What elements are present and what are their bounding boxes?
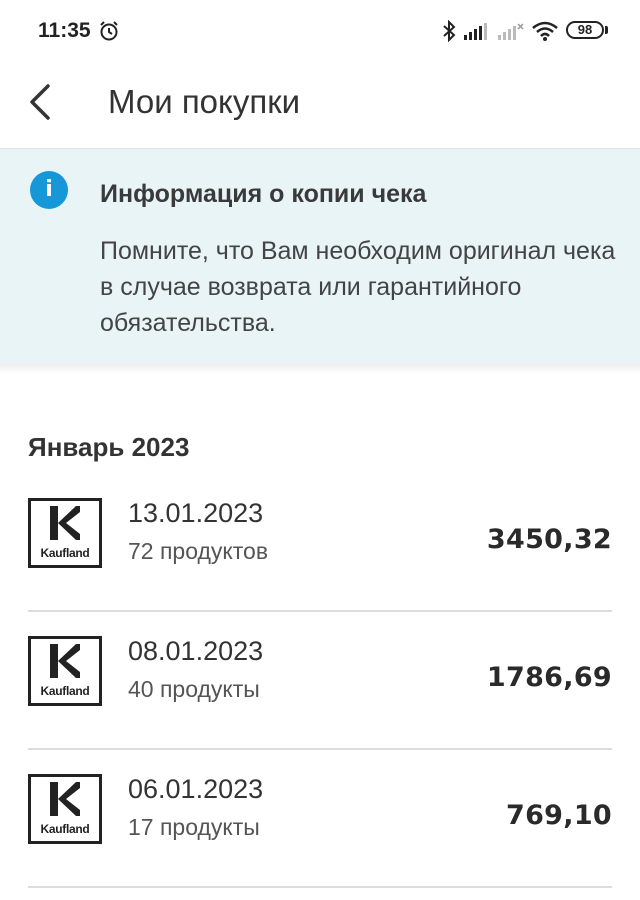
purchase-row[interactable]: Kaufland 08.01.2023 40 продукты 1786,69 (28, 614, 612, 750)
battery-indicator: 98 (566, 21, 604, 39)
info-icon: i (30, 171, 68, 209)
purchase-date: 13.01.2023 (128, 498, 264, 528)
status-time: 11:35 (38, 19, 91, 42)
kaufland-logo: Kaufland (28, 774, 102, 844)
kaufland-k-icon (50, 782, 80, 816)
info-title: Информация о копии чека (100, 180, 427, 208)
row-divider (28, 886, 612, 888)
kaufland-logo: Kaufland (28, 498, 102, 568)
wifi-icon (531, 21, 559, 46)
signal-strength-icon-2 (498, 22, 524, 45)
store-name: Kaufland (40, 684, 90, 698)
app-bar: Мои покупки (0, 62, 640, 148)
purchase-product-count: 40 продукты (128, 676, 260, 702)
info-text: Помните, что Вам необходим оригинал чека… (100, 237, 616, 337)
purchase-row[interactable]: Kaufland 06.01.2023 17 продукты 769,10 (28, 752, 612, 888)
kaufland-k-icon (50, 506, 80, 540)
kaufland-logo: Kaufland (28, 636, 102, 706)
status-bar: 11:35 98 (0, 0, 640, 62)
alarm-clock-icon (98, 20, 120, 47)
purchase-date: 08.01.2023 (128, 636, 264, 666)
purchase-amount: 769,10 (506, 800, 612, 831)
purchase-row[interactable]: Kaufland 13.01.2023 72 продуктов 3450,32 (28, 476, 612, 612)
purchase-amount: 3450,32 (486, 524, 612, 555)
battery-tip (605, 26, 608, 34)
purchase-product-count: 17 продукты (128, 814, 260, 840)
kaufland-k-icon (50, 644, 80, 678)
banner-shadow (0, 364, 640, 374)
purchase-product-count: 72 продуктов (128, 538, 269, 564)
bluetooth-icon (442, 19, 456, 47)
month-header: Январь 2023 (28, 432, 190, 462)
back-arrow-icon (30, 84, 50, 120)
row-divider (28, 610, 612, 612)
signal-strength-icon (464, 22, 490, 45)
store-name: Kaufland (40, 822, 90, 836)
page-title: Мои покупки (108, 83, 301, 120)
info-banner: i Информация о копии чека Помните, что В… (0, 148, 640, 365)
purchase-amount: 1786,69 (486, 662, 612, 693)
back-button[interactable] (20, 80, 64, 124)
row-divider (28, 748, 612, 750)
store-name: Kaufland (40, 546, 90, 560)
purchase-date: 06.01.2023 (128, 774, 264, 804)
